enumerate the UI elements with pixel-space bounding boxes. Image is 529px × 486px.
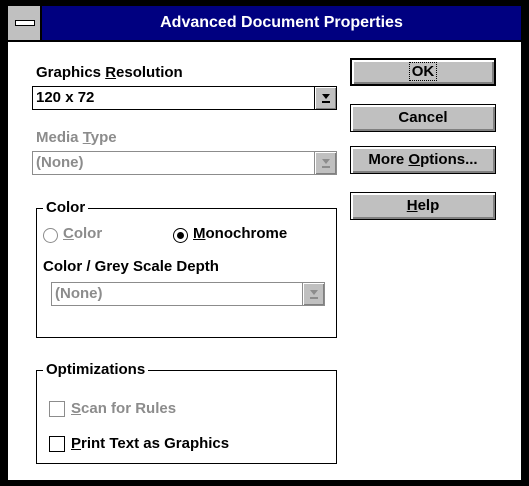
dropdown-arrow-icon[interactable] (314, 87, 336, 109)
optimizations-group-legend: Optimizations (43, 361, 149, 379)
color-depth-value: (None) (55, 285, 103, 302)
advanced-document-properties-dialog: Advanced Document Properties Graphics Re… (0, 0, 529, 486)
media-type-select[interactable]: (None) (32, 151, 337, 175)
optimizations-group: Optimizations Scan for Rules Print Text … (36, 361, 337, 464)
color-radio[interactable] (43, 228, 58, 243)
print-text-as-graphics-checkbox[interactable] (49, 436, 65, 452)
title-bar[interactable]: Advanced Document Properties (8, 6, 521, 42)
ok-button-label: OK (408, 62, 438, 81)
ok-button[interactable]: OK (350, 58, 496, 86)
color-radio-label[interactable]: Color (63, 225, 102, 242)
graphics-resolution-value: 120 x 72 (36, 89, 95, 106)
help-button[interactable]: Help (350, 192, 496, 220)
monochrome-radio[interactable] (173, 228, 188, 243)
dropdown-arrow-icon[interactable] (314, 152, 336, 174)
dropdown-arrow-icon[interactable] (302, 283, 324, 305)
graphics-resolution-select[interactable]: 120 x 72 (32, 86, 337, 110)
color-group: Color Color Monochrome Color / Grey Scal… (36, 199, 337, 338)
print-text-as-graphics-label[interactable]: Print Text as Graphics (71, 435, 229, 452)
color-depth-select[interactable]: (None) (51, 282, 325, 306)
cancel-button-label: Cancel (398, 109, 448, 126)
scan-for-rules-label[interactable]: Scan for Rules (71, 400, 176, 417)
more-options-button[interactable]: More Options... (350, 146, 496, 174)
window-title: Advanced Document Properties (160, 14, 403, 31)
media-type-label: Media Type (36, 129, 117, 146)
monochrome-radio-label[interactable]: Monochrome (193, 225, 287, 242)
system-menu-icon[interactable] (8, 6, 42, 40)
cancel-button[interactable]: Cancel (350, 104, 496, 132)
scan-for-rules-checkbox[interactable] (49, 401, 65, 417)
color-depth-label: Color / Grey Scale Depth (43, 258, 219, 275)
media-type-value: (None) (36, 154, 84, 171)
color-group-legend: Color (43, 199, 89, 217)
graphics-resolution-label: Graphics Resolution (36, 64, 183, 81)
